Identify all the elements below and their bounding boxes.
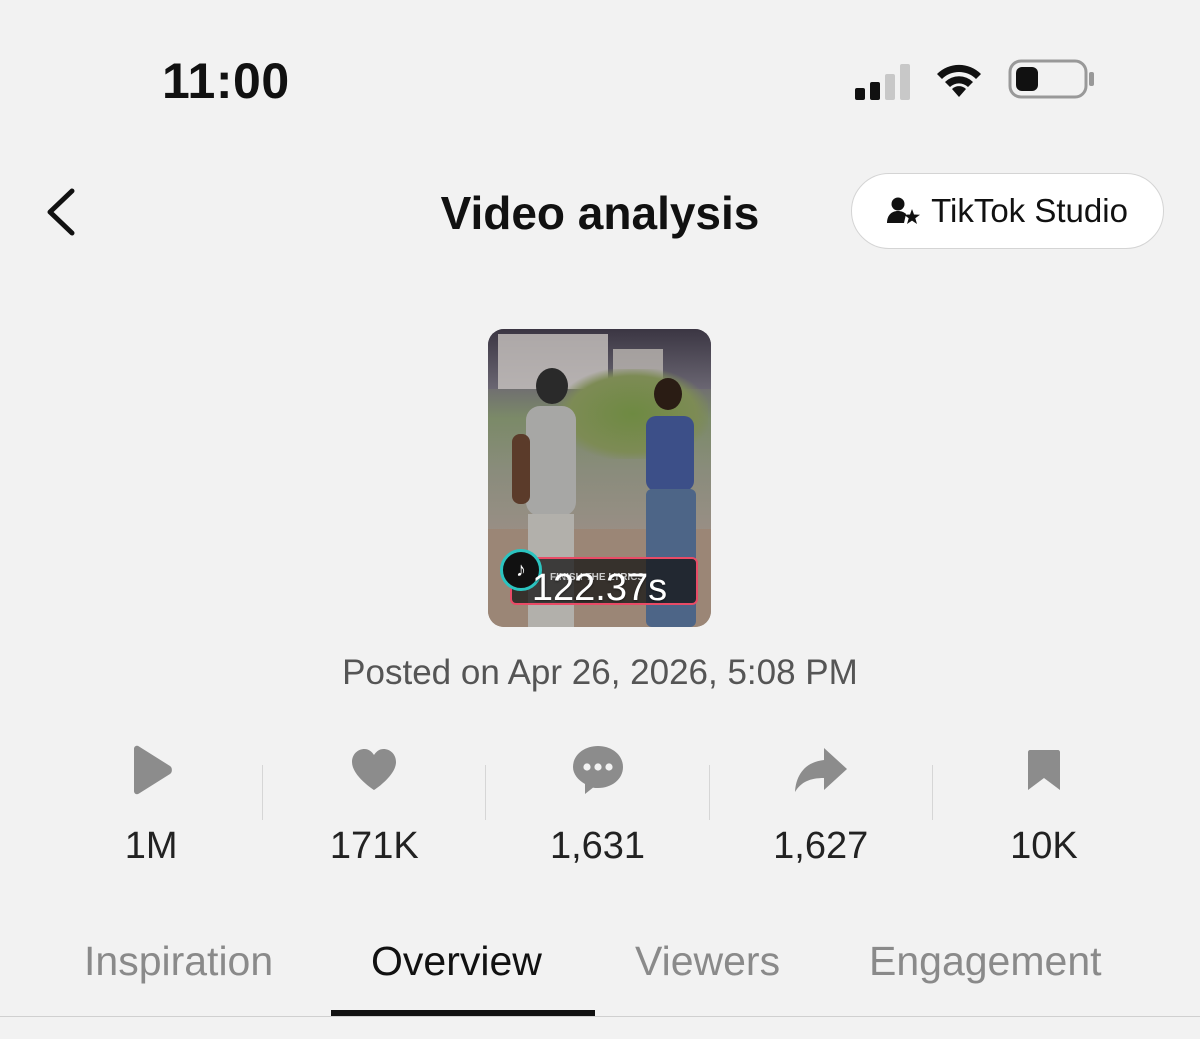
tiktok-studio-label: TikTok Studio — [931, 192, 1128, 229]
play-icon — [128, 740, 174, 800]
stat-saves[interactable]: 10K — [933, 740, 1155, 880]
bookmark-icon — [1026, 740, 1062, 800]
tab-overview[interactable]: Overview — [371, 938, 542, 985]
battery-icon — [1008, 58, 1096, 100]
tab-engagement[interactable]: Engagement — [869, 938, 1102, 985]
share-icon — [793, 740, 849, 800]
tab-bar: Inspiration Overview Viewers Engagement — [0, 930, 1200, 1020]
video-thumbnail[interactable]: ♪ FINISH THE LYRICS 122.37s — [488, 329, 711, 627]
status-time: 11:00 — [162, 53, 290, 109]
comment-icon — [571, 740, 625, 800]
video-duration: 122.37s — [531, 567, 668, 609]
stat-value: 1,631 — [549, 825, 646, 867]
stat-comments[interactable]: 1,631 — [486, 740, 708, 880]
stat-value: 1M — [124, 825, 178, 867]
tab-inspiration[interactable]: Inspiration — [84, 938, 273, 985]
stat-value: 10K — [1010, 825, 1078, 867]
heart-icon — [350, 740, 398, 800]
signal-icon — [855, 58, 910, 100]
user-star-icon — [887, 197, 921, 224]
tab-viewers[interactable]: Viewers — [635, 938, 780, 985]
posted-date: Posted on Apr 26, 2026, 5:08 PM — [342, 653, 858, 692]
stat-views[interactable]: 1M — [40, 740, 262, 880]
tiktok-studio-button[interactable]: TikTok Studio — [851, 173, 1164, 249]
tab-bar-divider — [0, 1016, 1200, 1017]
status-icons — [855, 58, 1096, 100]
stat-likes[interactable]: 171K — [263, 740, 485, 880]
stats-row: 1M 171K 1,631 1,627 10K — [40, 740, 1155, 880]
stat-value: 1,627 — [773, 825, 869, 867]
stat-shares[interactable]: 1,627 — [710, 740, 932, 880]
wifi-icon — [932, 59, 986, 99]
stat-value: 171K — [329, 825, 419, 867]
